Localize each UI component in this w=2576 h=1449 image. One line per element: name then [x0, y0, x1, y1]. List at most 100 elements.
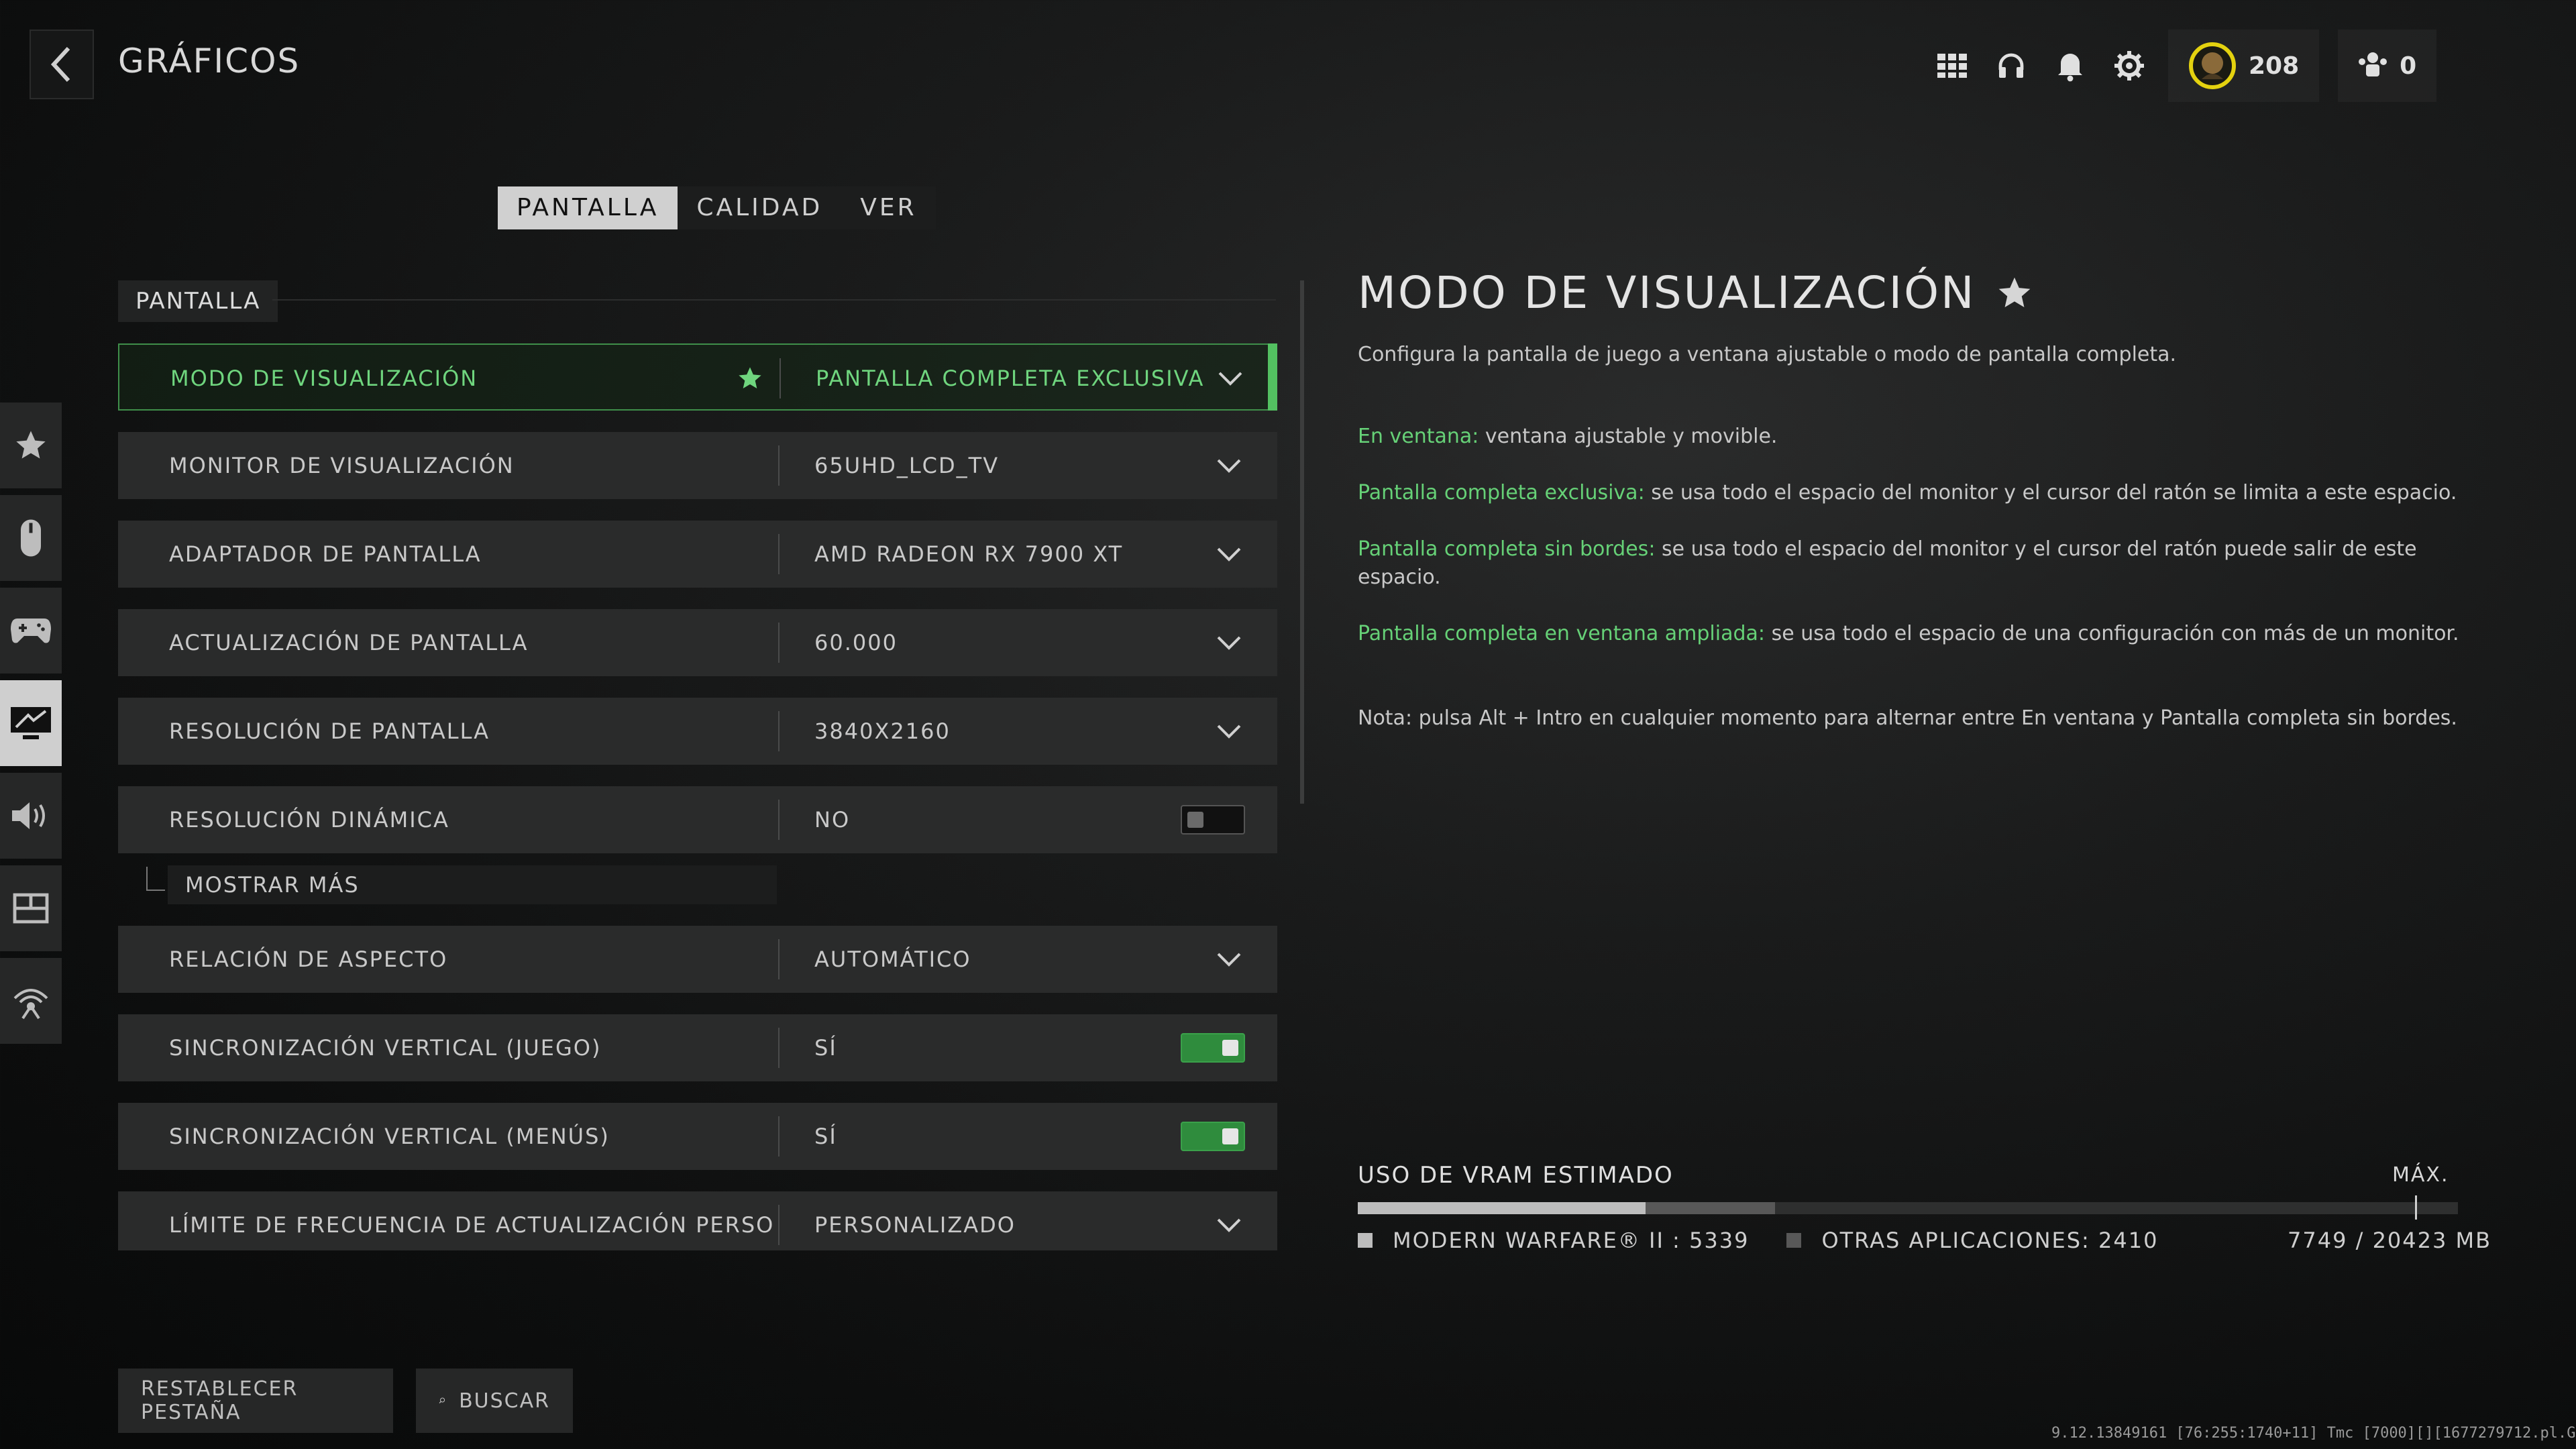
detail-description: Configura la pantalla de juego a ventana… [1358, 343, 2177, 366]
setting-vsync-menus[interactable]: SINCRONIZACIÓN VERTICAL (MENÚS) SÍ [118, 1103, 1277, 1170]
vram-max-marker [2415, 1195, 2417, 1220]
legend-swatch-other [1786, 1233, 1802, 1248]
setting-label: ACTUALIZACIÓN DE PANTALLA [169, 630, 529, 655]
favorite-star-icon[interactable] [1996, 274, 2033, 312]
setting-label: MODO DE VISUALIZACIÓN [170, 366, 478, 391]
toggle-switch[interactable] [1181, 805, 1245, 835]
toggle-switch[interactable] [1181, 1122, 1245, 1151]
search-button[interactable]: BUSCAR [416, 1368, 573, 1433]
chevron-left-icon [50, 46, 70, 83]
detail-item-exclusive: Pantalla completa exclusiva: se usa todo… [1358, 479, 2498, 507]
rail-mouse[interactable] [0, 495, 62, 581]
star-icon [16, 431, 46, 459]
setting-display-mode[interactable]: MODO DE VISUALIZACIÓN PANTALLA COMPLETA … [118, 343, 1277, 411]
chevron-down-icon [1217, 953, 1241, 967]
row-divider [778, 800, 780, 840]
detail-title: MODO DE VISUALIZACIÓN [1358, 267, 2033, 319]
settings-scrollbar[interactable] [1300, 280, 1304, 804]
toggle-switch[interactable] [1181, 1033, 1245, 1063]
setting-value: SÍ [814, 1035, 837, 1061]
detail-text: se usa todo el espacio del monitor y el … [1644, 481, 2457, 504]
detail-item-windowed: En ventana: ventana ajustable y movible. [1358, 423, 2498, 451]
detail-term: Pantalla completa sin bordes: [1358, 537, 1656, 561]
rail-controller[interactable] [0, 588, 62, 674]
back-button[interactable] [30, 30, 94, 99]
gear-icon[interactable] [2109, 46, 2149, 86]
setting-label: RELACIÓN DE ASPECTO [169, 947, 448, 972]
setting-value: NO [814, 807, 851, 833]
setting-value: SÍ [814, 1124, 837, 1149]
row-divider [778, 445, 780, 486]
setting-resolution[interactable]: RESOLUCIÓN DE PANTALLA 3840X2160 [118, 698, 1277, 765]
setting-label: SINCRONIZACIÓN VERTICAL (JUEGO) [169, 1035, 602, 1061]
currency-value: 208 [2249, 52, 2300, 80]
detail-note: Nota: pulsa Alt + Intro en cualquier mom… [1358, 706, 2457, 730]
tab-bar: PANTALLA CALIDAD VER [498, 186, 936, 229]
tab-calidad[interactable]: CALIDAD [678, 186, 842, 229]
setting-dynamic-resolution[interactable]: RESOLUCIÓN DINÁMICA NO [118, 786, 1277, 853]
setting-label: RESOLUCIÓN DINÁMICA [169, 807, 449, 833]
tab-ver[interactable]: VER [841, 186, 936, 229]
section-divider [272, 299, 1276, 301]
detail-term: Pantalla completa exclusiva: [1358, 481, 1645, 504]
bell-icon[interactable] [2050, 46, 2090, 86]
vram-other-fill [1645, 1202, 1776, 1214]
page-title: GRÁFICOS [118, 42, 301, 80]
favorite-star-icon[interactable] [737, 365, 763, 392]
vram-legend: MODERN WARFARE® II : 5339 OTRAS APLICACI… [1358, 1228, 2158, 1253]
mouse-icon [21, 519, 41, 557]
chevron-down-icon [1217, 724, 1241, 739]
search-label: BUSCAR [459, 1389, 550, 1413]
header-toolbar: 208 0 [1932, 30, 2437, 102]
row-divider [780, 358, 781, 398]
party-members-icon [2359, 52, 2387, 76]
setting-value: PERSONALIZADO [814, 1212, 1016, 1238]
player-emblem-icon [2189, 42, 2236, 89]
vram-usage-bar [1358, 1202, 2458, 1214]
reset-tab-button[interactable]: RESTABLECER PESTAÑA [118, 1368, 393, 1433]
detail-term: En ventana: [1358, 425, 1479, 448]
selection-indicator [1268, 343, 1277, 411]
tab-pantalla[interactable]: PANTALLA [498, 186, 678, 229]
vram-max-label: MÁX. [2392, 1163, 2449, 1187]
vram-total: 7749 / 20423 MB [2288, 1228, 2492, 1253]
setting-vsync-game[interactable]: SINCRONIZACIÓN VERTICAL (JUEGO) SÍ [118, 1014, 1277, 1081]
setting-value: 60.000 [814, 630, 898, 655]
detail-item-borderless: Pantalla completa sin bordes: se usa tod… [1358, 535, 2498, 592]
row-divider [778, 1028, 780, 1068]
rail-audio[interactable] [0, 773, 62, 859]
tree-branch-line [146, 867, 165, 891]
vram-title: USO DE VRAM ESTIMADO [1358, 1162, 1674, 1189]
reset-tab-label: RESTABLECER PESTAÑA [141, 1377, 299, 1424]
rail-graphics[interactable] [0, 680, 62, 766]
setting-frame-rate-limit[interactable]: LÍMITE DE FRECUENCIA DE ACTUALIZACIÓN PE… [118, 1191, 1277, 1250]
rail-interface[interactable] [0, 865, 62, 951]
row-divider [778, 1116, 780, 1157]
display-icon [11, 707, 51, 739]
chevron-down-icon [1217, 636, 1241, 650]
rail-network[interactable] [0, 958, 62, 1044]
setting-label: SINCRONIZACIÓN VERTICAL (MENÚS) [169, 1124, 610, 1149]
setting-aspect-ratio[interactable]: RELACIÓN DE ASPECTO AUTOMÁTICO [118, 926, 1277, 993]
apps-grid-icon[interactable] [1932, 46, 1972, 86]
setting-value: 65UHD_LCD_TV [814, 453, 1000, 478]
speaker-icon [12, 802, 45, 829]
headset-icon[interactable] [1991, 46, 2031, 86]
setting-refresh-rate[interactable]: ACTUALIZACIÓN DE PANTALLA 60.000 [118, 609, 1277, 676]
setting-label: RESOLUCIÓN DE PANTALLA [169, 718, 490, 744]
detail-text: se usa todo el espacio de una configurac… [1765, 622, 2459, 645]
legend-game-label: MODERN WARFARE® II : 5339 [1393, 1228, 1750, 1253]
search-icon [439, 1397, 445, 1403]
party-display[interactable]: 0 [2338, 30, 2437, 102]
vram-game-fill [1358, 1202, 1646, 1214]
build-info: 9.12.13849161 [76:255:1740+11] Tmc [7000… [2051, 1425, 2576, 1442]
setting-label: LÍMITE DE FRECUENCIA DE ACTUALIZACIÓN PE… [169, 1212, 773, 1238]
setting-display-monitor[interactable]: MONITOR DE VISUALIZACIÓN 65UHD_LCD_TV [118, 432, 1277, 499]
chevron-down-icon [1217, 547, 1241, 561]
chevron-down-icon [1218, 372, 1242, 386]
setting-display-adapter[interactable]: ADAPTADOR DE PANTALLA AMD RADEON RX 7900… [118, 521, 1277, 588]
party-count: 0 [2400, 52, 2417, 80]
show-more-button[interactable]: MOSTRAR MÁS [168, 865, 777, 904]
rail-favorites[interactable] [0, 402, 62, 488]
currency-display[interactable]: 208 [2168, 30, 2320, 102]
